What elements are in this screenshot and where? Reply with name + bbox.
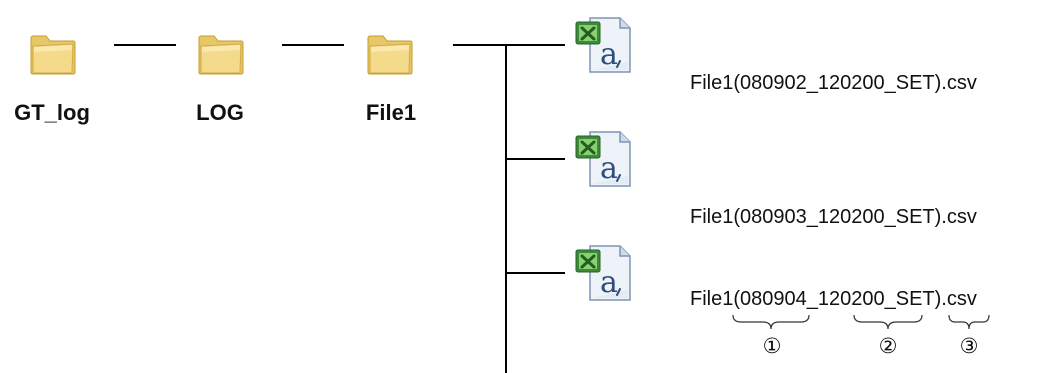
brace-type — [948, 314, 990, 330]
brace-time — [853, 314, 923, 330]
svg-text:a: a — [600, 151, 618, 186]
folder-icon — [367, 35, 413, 75]
csv-file-label: File1(080902_120200_SET).csv — [690, 72, 977, 94]
annotation-marker-1: ① — [762, 334, 782, 358]
folder-label-gt-log: GT_log — [14, 100, 90, 125]
csv-file-label: File1(080903_120200_SET).csv — [690, 206, 977, 228]
connector-line — [505, 158, 565, 160]
folder-label-log: LOG — [196, 100, 244, 125]
folder-icon — [30, 35, 76, 75]
excel-csv-icon: a — [575, 131, 631, 187]
connector-line — [505, 272, 565, 274]
brace-date — [732, 314, 810, 330]
annotation-marker-3: ③ — [959, 334, 979, 358]
excel-csv-icon: a — [575, 17, 631, 73]
connector-line — [282, 44, 344, 46]
folder-icon — [198, 35, 244, 75]
tree-vertical-line — [505, 44, 507, 373]
csv-file-label: File1(080904_120200_SET).csv — [690, 288, 977, 310]
svg-text:a: a — [600, 37, 618, 72]
folder-label-file1: File1 — [365, 100, 417, 125]
connector-line — [453, 44, 565, 46]
annotation-marker-2: ② — [878, 334, 898, 358]
svg-text:a: a — [600, 265, 618, 300]
excel-csv-icon: a — [575, 245, 631, 301]
connector-line — [114, 44, 176, 46]
